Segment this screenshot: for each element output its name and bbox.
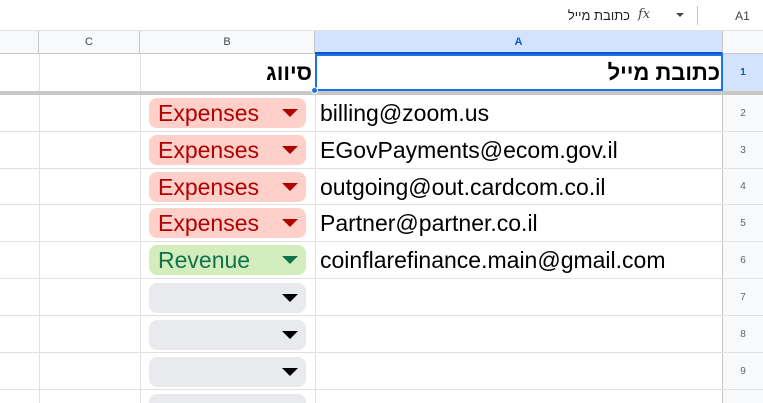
formula-bar: A1 fx כתובת מייל [0,0,763,31]
dropdown-arrow-icon[interactable] [282,294,298,302]
row-header-5[interactable]: 5 [723,205,763,242]
grid-line [39,54,40,403]
header-cell-category[interactable]: סיווג [140,54,315,91]
email-cell[interactable]: coinflarefinance.main@gmail.com [315,242,723,279]
dropdown-arrow-icon[interactable] [282,256,298,264]
category-dropdown-chip[interactable] [149,320,306,350]
row-header-7[interactable]: 7 [723,279,763,316]
column-header-a[interactable]: A [315,31,723,54]
fx-icon: fx [638,7,651,22]
row-header-partial[interactable] [723,390,763,403]
formula-input[interactable]: כתובת מייל [568,0,630,31]
grid-line [0,389,723,390]
dropdown-arrow-icon[interactable] [282,183,298,191]
dropdown-arrow-icon[interactable] [282,219,298,227]
row-header-4[interactable]: 4 [723,169,763,205]
chip-label: Expenses [158,136,260,163]
row-header-3[interactable]: 3 [723,132,763,169]
name-box[interactable]: A1 [722,0,763,31]
dropdown-arrow-icon[interactable] [282,331,298,339]
column-header-partial[interactable] [0,31,39,54]
grid-line [0,352,723,353]
category-dropdown-chip[interactable]: Revenue [149,245,306,275]
dropdown-arrow-icon[interactable] [282,146,298,154]
row-header-1[interactable]: 1 [723,54,763,91]
grid-line [140,54,141,403]
select-all-corner[interactable] [723,31,763,54]
column-header-b[interactable]: B [140,31,315,54]
email-cell[interactable]: billing@zoom.us [315,95,723,132]
chip-label: Expenses [158,209,260,236]
category-dropdown-chip[interactable]: Expenses [149,172,306,202]
chip-label: Expenses [158,173,260,200]
category-dropdown-chip-partial[interactable] [149,394,306,403]
fill-handle[interactable] [311,87,318,94]
row-header-6[interactable]: 6 [723,242,763,279]
email-cell[interactable]: EGovPayments@ecom.gov.il [315,132,723,169]
dropdown-arrow-icon[interactable] [282,109,298,117]
email-cell[interactable]: Partner@partner.co.il [315,205,723,242]
email-cell[interactable]: outgoing@out.cardcom.co.il [315,169,723,205]
category-dropdown-chip[interactable] [149,283,306,313]
row-header-8[interactable]: 8 [723,316,763,353]
category-dropdown-chip[interactable]: Expenses [149,208,306,238]
chip-label: Revenue [158,246,251,273]
selected-cell-outline [315,54,723,91]
column-header-c[interactable]: C [39,31,140,54]
chip-label: Expenses [158,99,260,126]
row-header-9[interactable]: 9 [723,353,763,390]
dropdown-arrow-icon[interactable] [282,368,298,376]
name-box-dropdown-icon[interactable] [674,9,686,21]
name-box-divider [697,6,698,25]
category-dropdown-chip[interactable] [149,357,306,387]
row-header-2[interactable]: 2 [723,95,763,132]
category-dropdown-chip[interactable]: Expenses [149,135,306,165]
category-dropdown-chip[interactable]: Expenses [149,98,306,128]
grid-line [0,315,723,316]
